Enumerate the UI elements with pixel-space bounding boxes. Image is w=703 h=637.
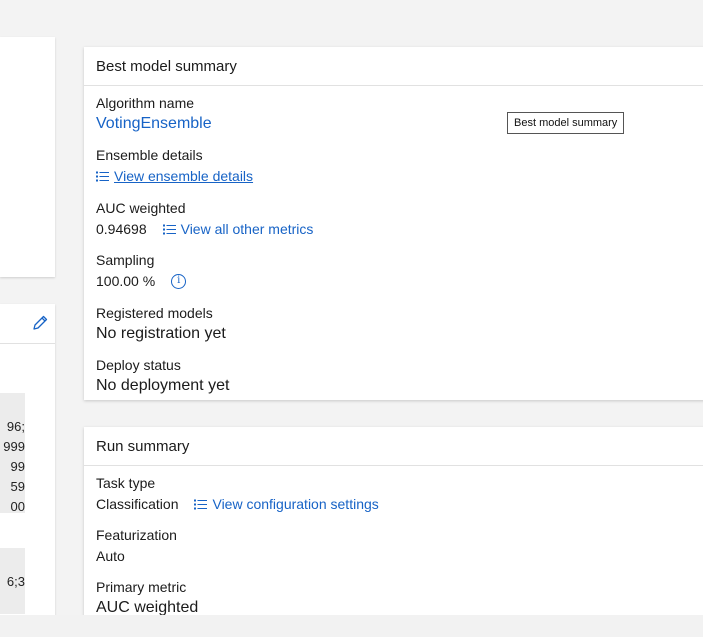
- code-line: 999: [3, 439, 25, 454]
- registered-models-label: Registered models: [96, 305, 213, 321]
- code-line: 96;: [6, 419, 25, 434]
- deploy-status-field: Deploy status No deployment yet: [96, 357, 229, 395]
- run-summary-card: Run summary Task type Classification Vie…: [84, 427, 703, 627]
- featurization-label: Featurization: [96, 527, 177, 543]
- tooltip: Best model summary: [507, 112, 625, 134]
- ensemble-label: Ensemble details: [96, 147, 203, 163]
- registered-models-field: Registered models No registration yet: [96, 305, 226, 343]
- deploy-status-value: No deployment yet: [96, 377, 230, 394]
- view-ensemble-details-link[interactable]: View ensemble details: [114, 168, 253, 184]
- info-icon[interactable]: i: [171, 273, 187, 289]
- auc-label: AUC weighted: [96, 200, 186, 216]
- code-line: 00: [10, 499, 25, 513]
- list-icon: [96, 171, 109, 181]
- sampling-label: Sampling: [96, 252, 155, 268]
- best-model-summary-card: Best model summary Algorithm name Voting…: [84, 47, 703, 400]
- algorithm-name-link[interactable]: VotingEnsemble: [96, 115, 212, 133]
- registered-models-value: No registration yet: [96, 325, 226, 342]
- code-line: 99: [10, 459, 25, 474]
- sampling-field: Sampling 100.00 % i: [96, 252, 187, 289]
- left-panel-top-card: [0, 37, 55, 277]
- run-summary-title: Run summary: [84, 427, 703, 466]
- left-code-block-1: 96; 999 99 59 00: [0, 393, 25, 513]
- sampling-value: 100.00 %: [96, 273, 156, 289]
- page: 96; 999 99 59 00 6;3 Best model summary …: [0, 0, 703, 637]
- list-icon: [194, 499, 208, 509]
- auc-field: AUC weighted 0.94698 View all other metr…: [96, 200, 313, 237]
- left-code-block-2: 6;3: [0, 548, 25, 614]
- best-model-summary-title: Best model summary: [84, 47, 703, 86]
- code-line: 6;3: [6, 574, 25, 589]
- featurization-field: Featurization Auto: [96, 527, 177, 564]
- primary-metric-field: Primary metric AUC weighted: [96, 579, 198, 617]
- code-line: 59: [10, 479, 25, 494]
- list-icon: [162, 224, 176, 234]
- primary-metric-label: Primary metric: [96, 579, 187, 595]
- task-type-field: Task type Classification View configurat…: [96, 475, 379, 512]
- edit-pencil-icon[interactable]: [31, 314, 49, 332]
- algorithm-label: Algorithm name: [96, 95, 195, 111]
- task-type-label: Task type: [96, 475, 156, 491]
- algorithm-field: Algorithm name VotingEnsemble: [96, 95, 212, 133]
- view-configuration-settings-link[interactable]: View configuration settings: [212, 496, 378, 512]
- left-panel-header: [0, 304, 55, 344]
- auc-value: 0.94698: [96, 221, 147, 237]
- task-type-value: Classification: [96, 496, 179, 512]
- bottom-gutter: [0, 615, 703, 637]
- ensemble-field: Ensemble details View ensemble details: [96, 147, 253, 184]
- view-all-metrics-link[interactable]: View all other metrics: [181, 221, 314, 237]
- deploy-status-label: Deploy status: [96, 357, 181, 373]
- featurization-value: Auto: [96, 548, 125, 564]
